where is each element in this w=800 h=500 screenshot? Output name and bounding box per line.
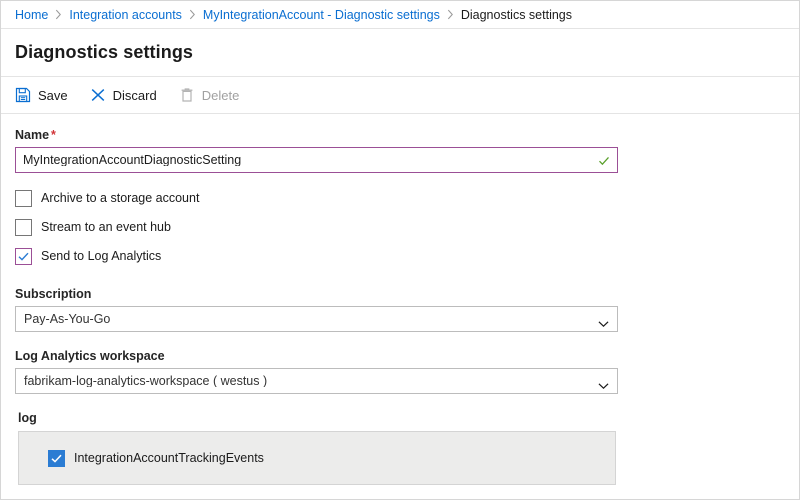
command-bar: Save Discard Delete: [1, 77, 799, 114]
save-button-label: Save: [38, 89, 68, 102]
subscription-label: Subscription: [15, 287, 785, 301]
workspace-selected-value: fabrikam-log-analytics-workspace ( westu…: [24, 375, 598, 388]
name-field-label: Name*: [15, 128, 785, 142]
settings-form: Name* MyIntegrationAccountDiagnosticSett…: [1, 114, 799, 499]
delete-button: Delete: [179, 82, 240, 108]
log-analytics-workspace-label: Log Analytics workspace: [15, 349, 785, 363]
chevron-right-icon: [55, 9, 62, 20]
breadcrumb-item-integration-accounts[interactable]: Integration accounts: [69, 8, 182, 22]
checkbox-box-checked: [15, 248, 32, 265]
checkbox-box-checked: [48, 450, 65, 467]
breadcrumb-item-home[interactable]: Home: [15, 8, 48, 22]
page-title: Diagnostics settings: [15, 42, 193, 63]
breadcrumb-item-my-integration-account[interactable]: MyIntegrationAccount - Diagnostic settin…: [203, 8, 440, 22]
close-x-icon: [90, 87, 106, 103]
portal-page: Home Integration accounts MyIntegrationA…: [0, 0, 800, 500]
chevron-down-icon: [598, 315, 609, 323]
breadcrumb: Home Integration accounts MyIntegrationA…: [1, 1, 799, 29]
page-header: Diagnostics settings: [1, 29, 799, 77]
subscription-selected-value: Pay-As-You-Go: [24, 313, 598, 326]
discard-button-label: Discard: [113, 89, 157, 102]
required-asterisk: *: [51, 128, 56, 142]
delete-button-label: Delete: [202, 89, 240, 102]
log-analytics-workspace-dropdown[interactable]: fabrikam-log-analytics-workspace ( westu…: [15, 368, 618, 394]
checkbox-send-to-log-analytics[interactable]: Send to Log Analytics: [15, 248, 785, 265]
log-section-label: log: [18, 411, 785, 425]
checkbox-label: IntegrationAccountTrackingEvents: [74, 452, 264, 465]
subscription-dropdown[interactable]: Pay-As-You-Go: [15, 306, 618, 332]
name-label-text: Name: [15, 128, 49, 142]
green-check-icon: [598, 154, 610, 166]
checkbox-archive-to-storage-account[interactable]: Archive to a storage account: [15, 190, 785, 207]
chevron-right-icon: [189, 9, 196, 20]
checkbox-label: Stream to an event hub: [41, 221, 171, 234]
checkbox-label: Send to Log Analytics: [41, 250, 161, 263]
save-button[interactable]: Save: [15, 82, 68, 108]
discard-button[interactable]: Discard: [90, 82, 157, 108]
checkbox-label: Archive to a storage account: [41, 192, 199, 205]
checkbox-box: [15, 219, 32, 236]
log-category-panel: IntegrationAccountTrackingEvents: [18, 431, 616, 485]
checkbox-box: [15, 190, 32, 207]
destination-checkbox-group: Archive to a storage account Stream to a…: [15, 190, 785, 265]
breadcrumb-item-current: Diagnostics settings: [461, 8, 572, 22]
name-input-value: MyIntegrationAccountDiagnosticSetting: [23, 154, 598, 167]
checkbox-stream-to-event-hub[interactable]: Stream to an event hub: [15, 219, 785, 236]
trash-icon: [179, 87, 195, 103]
checkbox-integration-account-tracking-events[interactable]: IntegrationAccountTrackingEvents: [48, 450, 264, 467]
save-floppy-icon: [15, 87, 31, 103]
chevron-right-icon: [447, 9, 454, 20]
chevron-down-icon: [598, 377, 609, 385]
name-input[interactable]: MyIntegrationAccountDiagnosticSetting: [15, 147, 618, 173]
